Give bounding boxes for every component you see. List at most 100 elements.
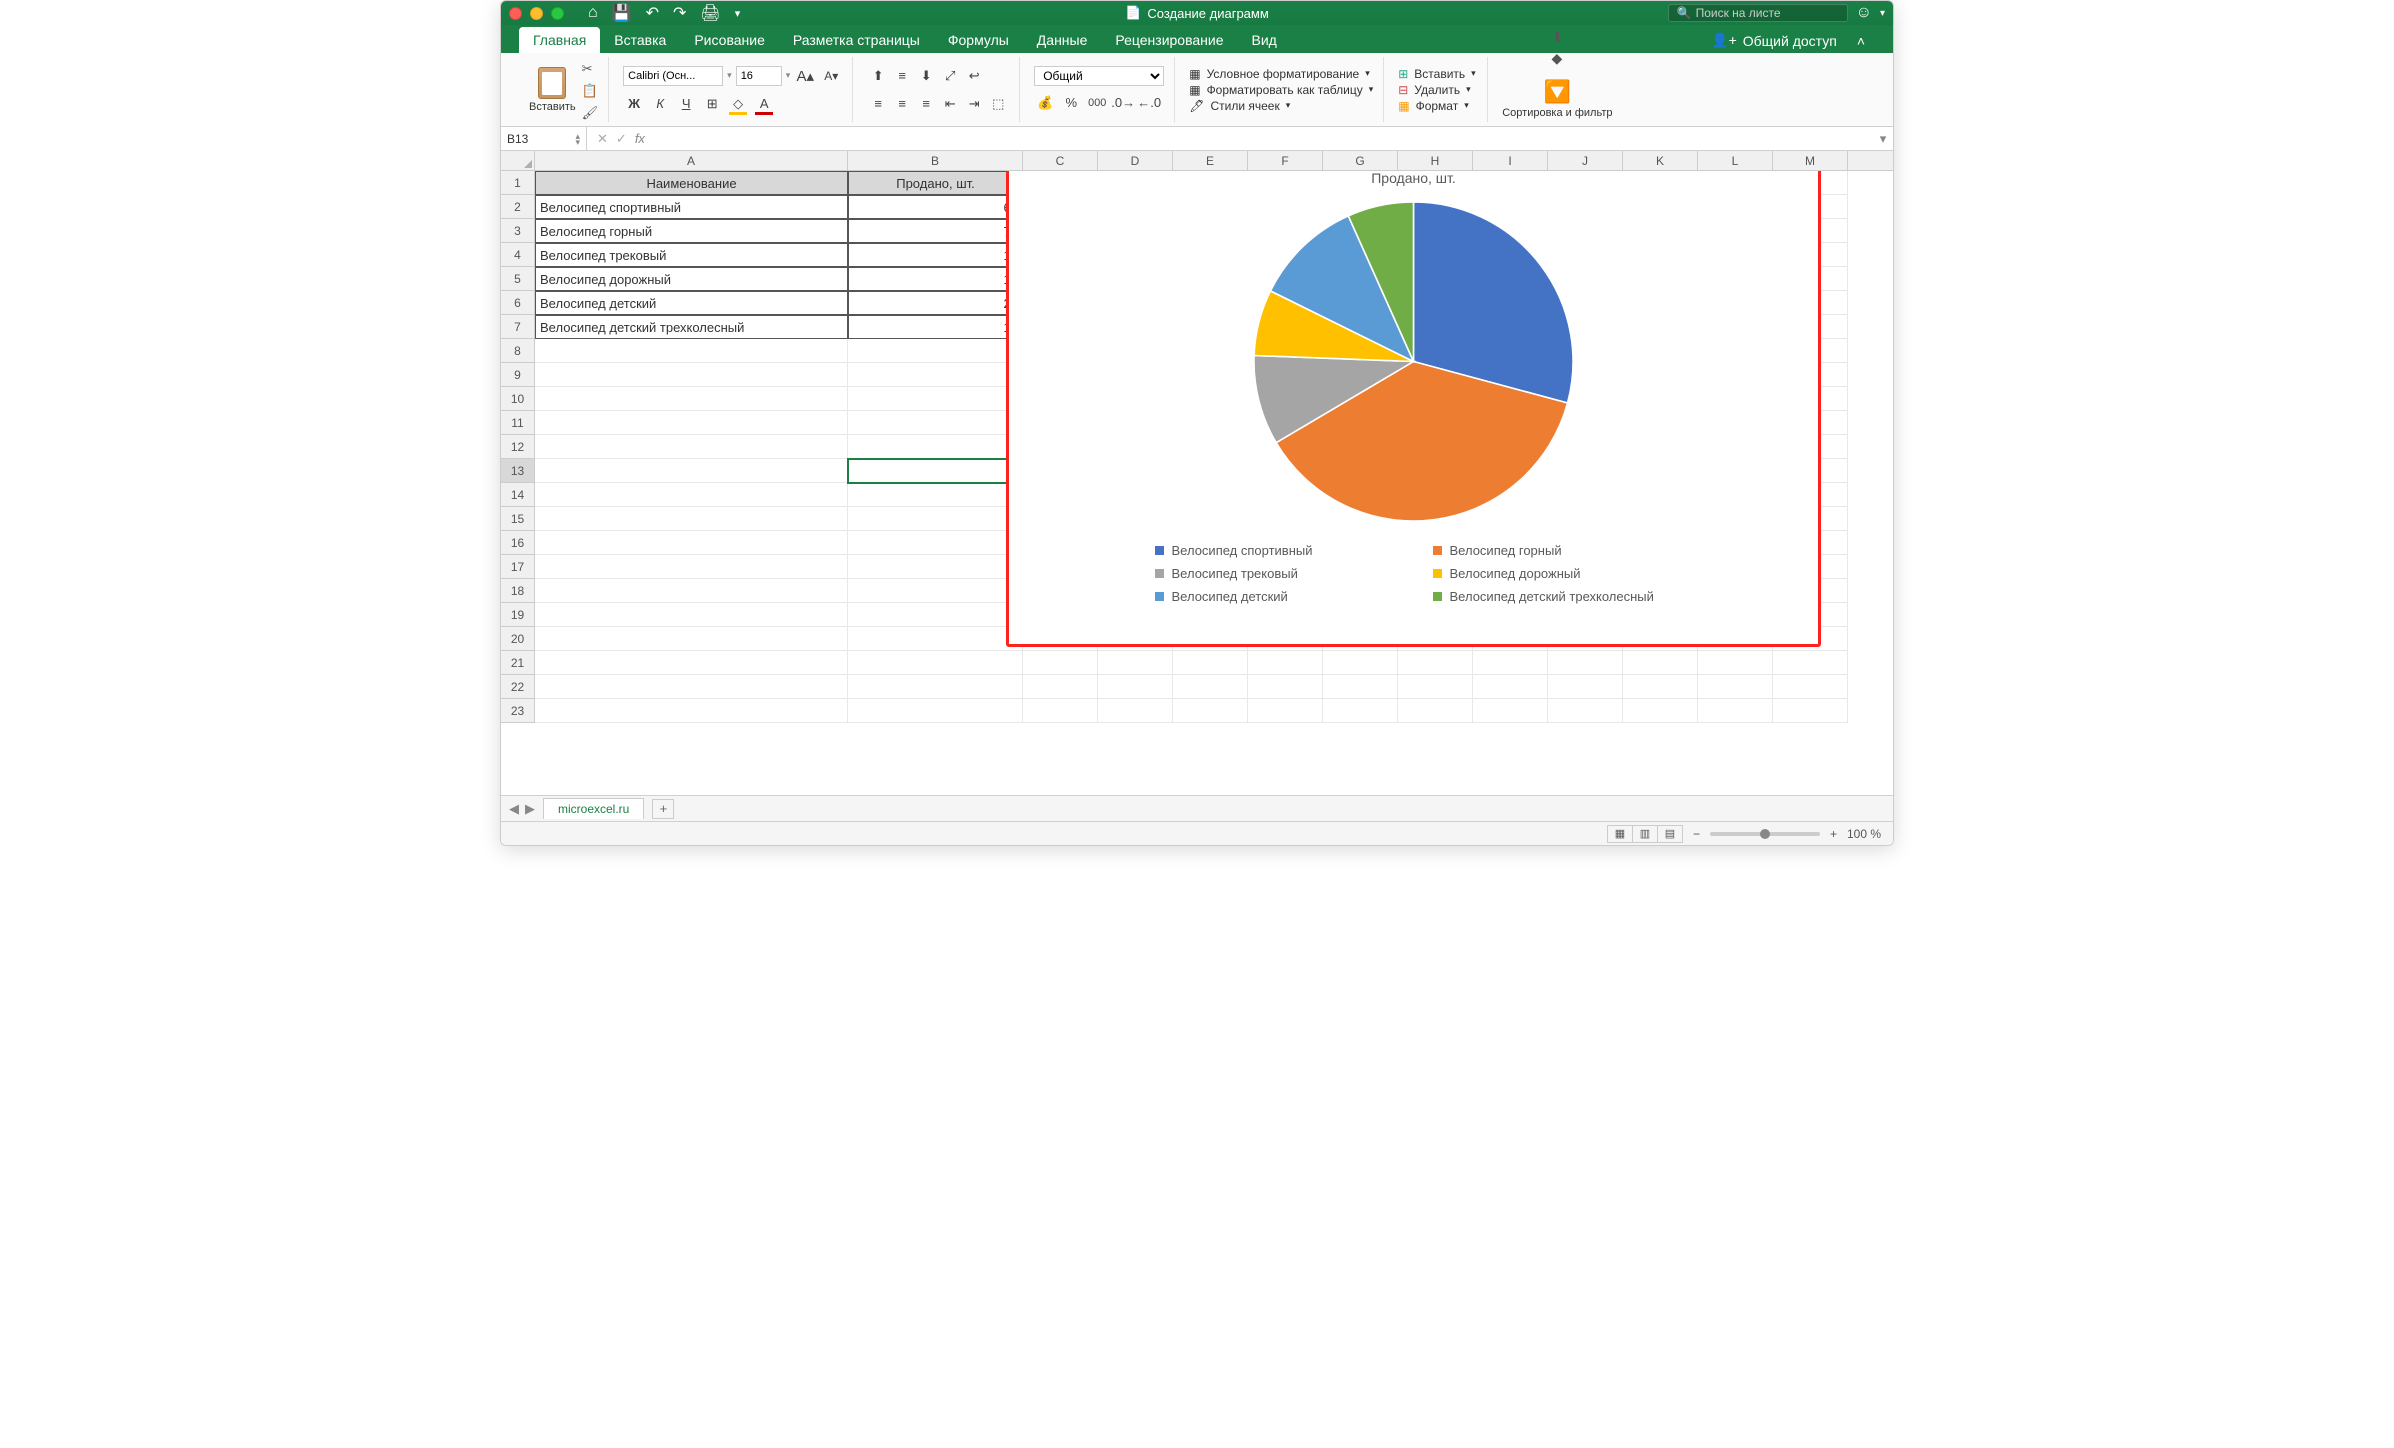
decrease-decimal-icon[interactable]: ←.0	[1138, 92, 1160, 114]
cell[interactable]	[1098, 699, 1173, 723]
close-window-button[interactable]	[509, 7, 522, 20]
page-break-view-button[interactable]: ▤	[1657, 825, 1683, 843]
copy-icon[interactable]: 📋	[582, 83, 599, 99]
row-header[interactable]: 1	[501, 171, 534, 195]
row-header[interactable]: 12	[501, 435, 534, 459]
cell[interactable]	[1248, 675, 1323, 699]
increase-font-icon[interactable]: A▴	[794, 65, 816, 87]
cell-styles-button[interactable]: 🖊Стили ячеек▾	[1189, 98, 1373, 114]
cell[interactable]	[848, 699, 1023, 723]
row-header[interactable]: 11	[501, 411, 534, 435]
delete-cells-button[interactable]: ⊟Удалить▾	[1398, 82, 1477, 98]
cell[interactable]	[1098, 675, 1173, 699]
select-all-corner[interactable]	[501, 151, 535, 171]
format-as-table-button[interactable]: ▦Форматировать как таблицу▾	[1189, 82, 1373, 98]
expand-formula-bar-icon[interactable]: ▾	[1873, 131, 1893, 147]
column-header[interactable]: A	[535, 151, 848, 170]
cell[interactable]	[535, 339, 848, 363]
decrease-indent-icon[interactable]: ⇤	[939, 93, 961, 115]
save-icon[interactable]: 💾	[612, 3, 632, 23]
redo-icon[interactable]: ↷	[673, 3, 686, 23]
cell[interactable]	[1473, 651, 1548, 675]
cell[interactable]	[848, 507, 1023, 531]
sheet-prev-icon[interactable]: ◀	[509, 801, 519, 817]
column-header[interactable]: L	[1698, 151, 1773, 170]
cell[interactable]	[1323, 675, 1398, 699]
row-header[interactable]: 21	[501, 651, 534, 675]
user-icon[interactable]: ☺	[1856, 4, 1872, 22]
fx-icon[interactable]: fx	[635, 131, 645, 146]
font-size-select[interactable]	[736, 66, 782, 86]
cell[interactable]	[1623, 675, 1698, 699]
cell[interactable]	[848, 627, 1023, 651]
cell[interactable]	[535, 579, 848, 603]
cell[interactable]: 14	[848, 315, 1023, 339]
cell[interactable]	[1323, 699, 1398, 723]
row-header[interactable]: 9	[501, 363, 534, 387]
cell[interactable]	[848, 675, 1023, 699]
cell[interactable]	[848, 339, 1023, 363]
row-header[interactable]: 8	[501, 339, 534, 363]
spreadsheet-grid[interactable]: ABCDEFGHIJKLM 12345678910111213141516171…	[501, 151, 1893, 795]
add-sheet-button[interactable]: +	[652, 799, 674, 819]
cell[interactable]	[535, 459, 848, 483]
cell[interactable]: 61	[848, 195, 1023, 219]
tab-formulas[interactable]: Формулы	[934, 27, 1023, 53]
cell[interactable]	[535, 699, 848, 723]
cell[interactable]	[535, 651, 848, 675]
name-box-stepper-icon[interactable]: ▴▾	[575, 133, 580, 145]
cancel-formula-icon[interactable]: ✕	[597, 131, 608, 147]
zoom-out-button[interactable]: −	[1693, 827, 1700, 841]
row-header[interactable]: 18	[501, 579, 534, 603]
cell[interactable]	[1773, 675, 1848, 699]
cell[interactable]	[535, 603, 848, 627]
tab-home[interactable]: Главная	[519, 27, 600, 53]
enter-formula-icon[interactable]: ✓	[616, 131, 627, 147]
cell[interactable]	[1173, 651, 1248, 675]
cell[interactable]	[1173, 699, 1248, 723]
cell[interactable]	[535, 531, 848, 555]
column-header[interactable]: E	[1173, 151, 1248, 170]
maximize-window-button[interactable]	[551, 7, 564, 20]
row-header[interactable]: 20	[501, 627, 534, 651]
cell[interactable]	[1698, 651, 1773, 675]
increase-indent-icon[interactable]: ⇥	[963, 93, 985, 115]
cell[interactable]: Продано, шт.	[848, 171, 1023, 195]
wrap-text-icon[interactable]: ↩	[963, 65, 985, 87]
format-painter-icon[interactable]: 🖌	[582, 105, 599, 121]
cell[interactable]	[1248, 651, 1323, 675]
align-top-icon[interactable]: ⬆	[867, 65, 889, 87]
align-right-icon[interactable]: ≡	[915, 93, 937, 115]
cell[interactable]	[1323, 651, 1398, 675]
column-header[interactable]: I	[1473, 151, 1548, 170]
row-header[interactable]: 14	[501, 483, 534, 507]
row-header[interactable]: 19	[501, 603, 534, 627]
align-center-icon[interactable]: ≡	[891, 93, 913, 115]
cell[interactable]	[535, 435, 848, 459]
cell[interactable]	[1473, 675, 1548, 699]
cell[interactable]: Велосипед дорожный	[535, 267, 848, 291]
sheet-next-icon[interactable]: ▶	[525, 801, 535, 817]
bold-button[interactable]: Ж	[623, 93, 645, 115]
zoom-slider[interactable]	[1710, 832, 1820, 836]
print-icon[interactable]: 🖨	[700, 3, 720, 23]
share-button[interactable]: 👤+ Общий доступ ˄	[1711, 32, 1875, 53]
cell[interactable]: Наименование	[535, 171, 848, 195]
cell[interactable]	[848, 555, 1023, 579]
cell[interactable]	[1023, 651, 1098, 675]
cell[interactable]: Велосипед детский трехколесный	[535, 315, 848, 339]
number-format-select[interactable]: Общий	[1034, 66, 1164, 86]
cell[interactable]	[535, 555, 848, 579]
cut-icon[interactable]: ✂	[582, 61, 599, 77]
clear-icon[interactable]: ◆	[1552, 50, 1564, 67]
cell[interactable]	[1548, 675, 1623, 699]
search-input[interactable]: 🔍 Поиск на листе	[1668, 4, 1848, 22]
tab-data[interactable]: Данные	[1023, 27, 1102, 53]
cell[interactable]	[1398, 651, 1473, 675]
page-layout-view-button[interactable]: ▥	[1632, 825, 1658, 843]
row-header[interactable]: 17	[501, 555, 534, 579]
cell[interactable]	[848, 411, 1023, 435]
format-cells-button[interactable]: ▦Формат▾	[1398, 98, 1477, 114]
borders-button[interactable]: ⊞	[701, 93, 723, 115]
cell[interactable]	[848, 387, 1023, 411]
